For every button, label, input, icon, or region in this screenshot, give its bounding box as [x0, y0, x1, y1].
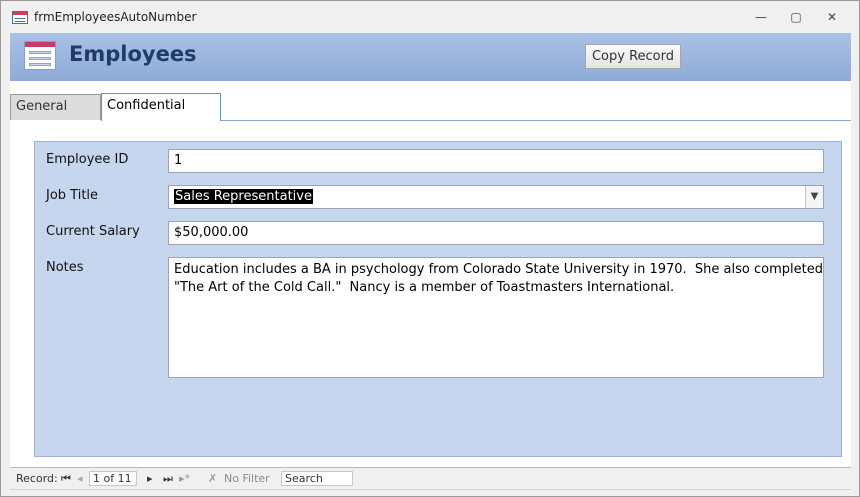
new-record-icon[interactable]: ▸*: [179, 472, 190, 485]
tab-strip: General Data Confidential Data: [10, 81, 851, 138]
details-panel: Employee ID 1 Job Title Sales Representa…: [34, 141, 842, 457]
job-title-combo[interactable]: Sales Representative ▼: [168, 185, 824, 209]
search-input[interactable]: Search: [281, 471, 353, 486]
current-salary-label: Current Salary: [46, 224, 140, 239]
record-navigation-bar: Record: ⏮ ◂ 1 of 11 ▸ ⏭ ▸* ✗ No Filter S…: [10, 467, 851, 490]
tab-general-data[interactable]: General Data: [10, 94, 101, 138]
minimize-button[interactable]: —: [746, 7, 776, 27]
window: frmEmployeesAutoNumber — ▢ ✕ Employees C…: [0, 0, 860, 497]
record-label: Record:: [16, 472, 58, 485]
employee-id-label: Employee ID: [46, 152, 129, 167]
title-bar: frmEmployeesAutoNumber — ▢ ✕: [1, 1, 859, 33]
notes-field[interactable]: Education includes a BA in psychology fr…: [168, 257, 824, 378]
form-title: Employees: [69, 42, 197, 66]
job-title-value: Sales Representative: [174, 189, 313, 204]
bottom-border: [10, 489, 851, 490]
filter-icon: ✗: [208, 472, 218, 485]
next-record-icon[interactable]: ▸: [147, 472, 153, 485]
no-filter-button[interactable]: No Filter: [224, 472, 270, 485]
chevron-down-icon[interactable]: ▼: [805, 186, 823, 208]
employee-id-field[interactable]: 1: [168, 149, 824, 173]
tab-confidential-data[interactable]: Confidential Data: [101, 93, 221, 137]
notes-label: Notes: [46, 260, 84, 275]
previous-record-icon[interactable]: ◂: [77, 472, 83, 485]
form-header: Employees Copy Record: [10, 33, 851, 82]
window-title: frmEmployeesAutoNumber: [34, 10, 197, 24]
current-salary-field[interactable]: $50,000.00: [168, 221, 824, 245]
form-icon: [24, 41, 56, 70]
job-title-label: Job Title: [46, 188, 99, 203]
form-app-icon: [12, 11, 28, 24]
close-button[interactable]: ✕: [817, 7, 847, 27]
current-record-input[interactable]: 1 of 11: [89, 471, 137, 486]
tab-page-confidential: Employee ID 1 Job Title Sales Representa…: [10, 121, 851, 467]
first-record-icon[interactable]: ⏮: [61, 472, 71, 486]
copy-record-button[interactable]: Copy Record: [585, 44, 681, 69]
restore-button[interactable]: ▢: [781, 7, 811, 27]
last-record-icon[interactable]: ⏭: [163, 472, 173, 486]
